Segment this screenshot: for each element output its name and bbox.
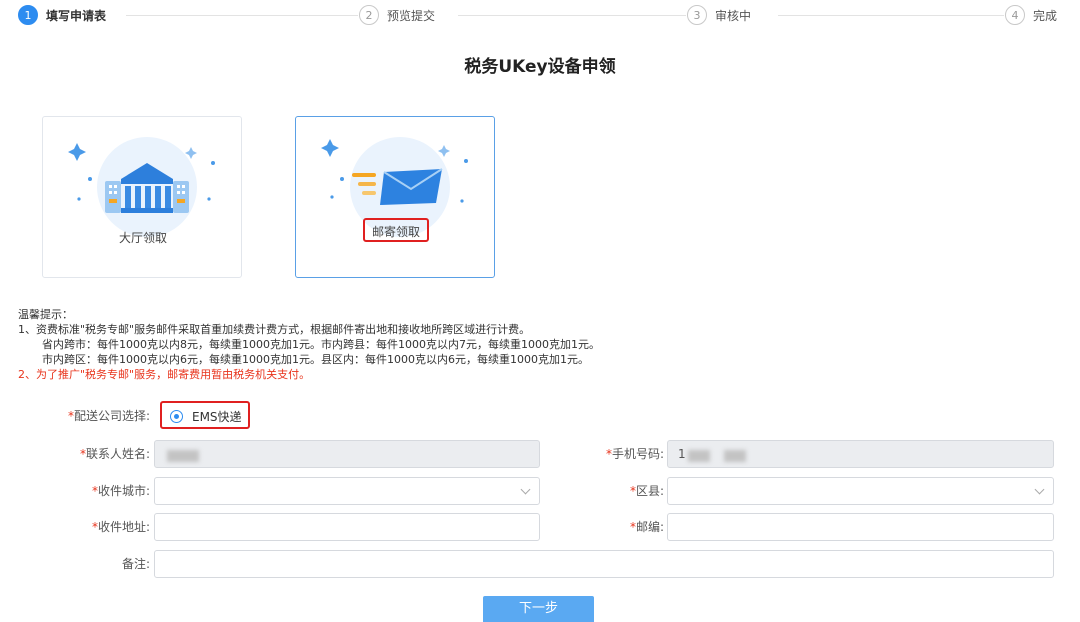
note-label: 备注:	[121, 557, 150, 571]
mail-envelope-icon	[321, 137, 468, 237]
step-fill-form: 1 填写申请表	[18, 5, 113, 25]
phone-label: *手机号码:	[605, 447, 664, 461]
tips-section: 温馨提示： 1、资费标准"税务专邮"服务邮件采取首重加续费计费方式，根据邮件寄出…	[18, 307, 600, 382]
step-preview-submit: 2 预览提交	[359, 5, 442, 25]
step-number: 2	[359, 5, 379, 25]
district-label: *区县:	[629, 484, 664, 498]
redacted-value	[688, 450, 710, 462]
ukey-application-page: 1 填写申请表 2 预览提交 3 审核中 4 完成 税务UKey设备申领 大厅领…	[0, 0, 1080, 622]
phone-value: 1	[678, 447, 686, 461]
city-select[interactable]	[154, 477, 540, 505]
step-number: 1	[18, 5, 38, 25]
progress-steps: 1 填写申请表 2 预览提交 3 审核中 4 完成	[18, 5, 1063, 27]
step-reviewing: 3 审核中	[687, 5, 758, 25]
hall-pickup-card[interactable]: 大厅领取	[42, 116, 242, 278]
tips-line: 省内跨市：每件1000克以内8元，每续重1000克加1元。市内跨县：每件1000…	[42, 338, 600, 351]
address-label: *收件地址:	[91, 520, 150, 534]
courier-label: *配送公司选择:	[67, 409, 150, 423]
mail-pickup-card[interactable]: 邮寄领取	[295, 116, 495, 278]
step-number: 4	[1005, 5, 1025, 25]
step-divider	[458, 15, 686, 16]
tips-heading: 温馨提示：	[18, 308, 73, 321]
tips-line: 市内跨区：每件1000克以内6元，每续重1000克加1元。县区内：每件1000克…	[42, 353, 589, 366]
note-input[interactable]	[154, 550, 1054, 578]
step-divider	[126, 15, 358, 16]
chevron-down-icon	[520, 484, 531, 495]
zip-input[interactable]	[667, 513, 1054, 541]
redacted-value	[724, 450, 746, 462]
card-label: 大厅领取	[118, 231, 167, 245]
contact-name-label: *联系人姓名:	[79, 447, 150, 461]
address-input[interactable]	[154, 513, 540, 541]
step-label: 填写申请表	[46, 8, 107, 23]
step-label: 完成	[1033, 8, 1058, 23]
step-number: 3	[687, 5, 707, 25]
step-complete: 4 完成	[1005, 5, 1063, 25]
highlight-box	[363, 218, 429, 242]
tips-line: 1、资费标准"税务专邮"服务邮件采取首重加续费计费方式，根据邮件寄出地和接收地所…	[18, 323, 531, 336]
step-label: 预览提交	[387, 8, 436, 23]
tips-line-highlight: 2、为了推广"税务专邮"服务，邮寄费用暂由税务机关支付。	[18, 368, 311, 381]
chevron-down-icon	[1034, 484, 1045, 495]
district-select[interactable]	[667, 477, 1054, 505]
step-divider	[778, 15, 1004, 16]
redacted-value	[167, 450, 199, 462]
bank-building-icon	[68, 137, 215, 237]
contact-name-field[interactable]	[154, 440, 540, 468]
step-label: 审核中	[715, 8, 752, 23]
zip-label: *邮编:	[629, 520, 664, 534]
highlight-box	[160, 401, 250, 429]
next-step-button[interactable]: 下一步	[483, 596, 594, 622]
page-title: 税务UKey设备申领	[464, 57, 616, 77]
city-label: *收件城市:	[91, 484, 150, 498]
phone-field[interactable]: 1	[667, 440, 1054, 468]
